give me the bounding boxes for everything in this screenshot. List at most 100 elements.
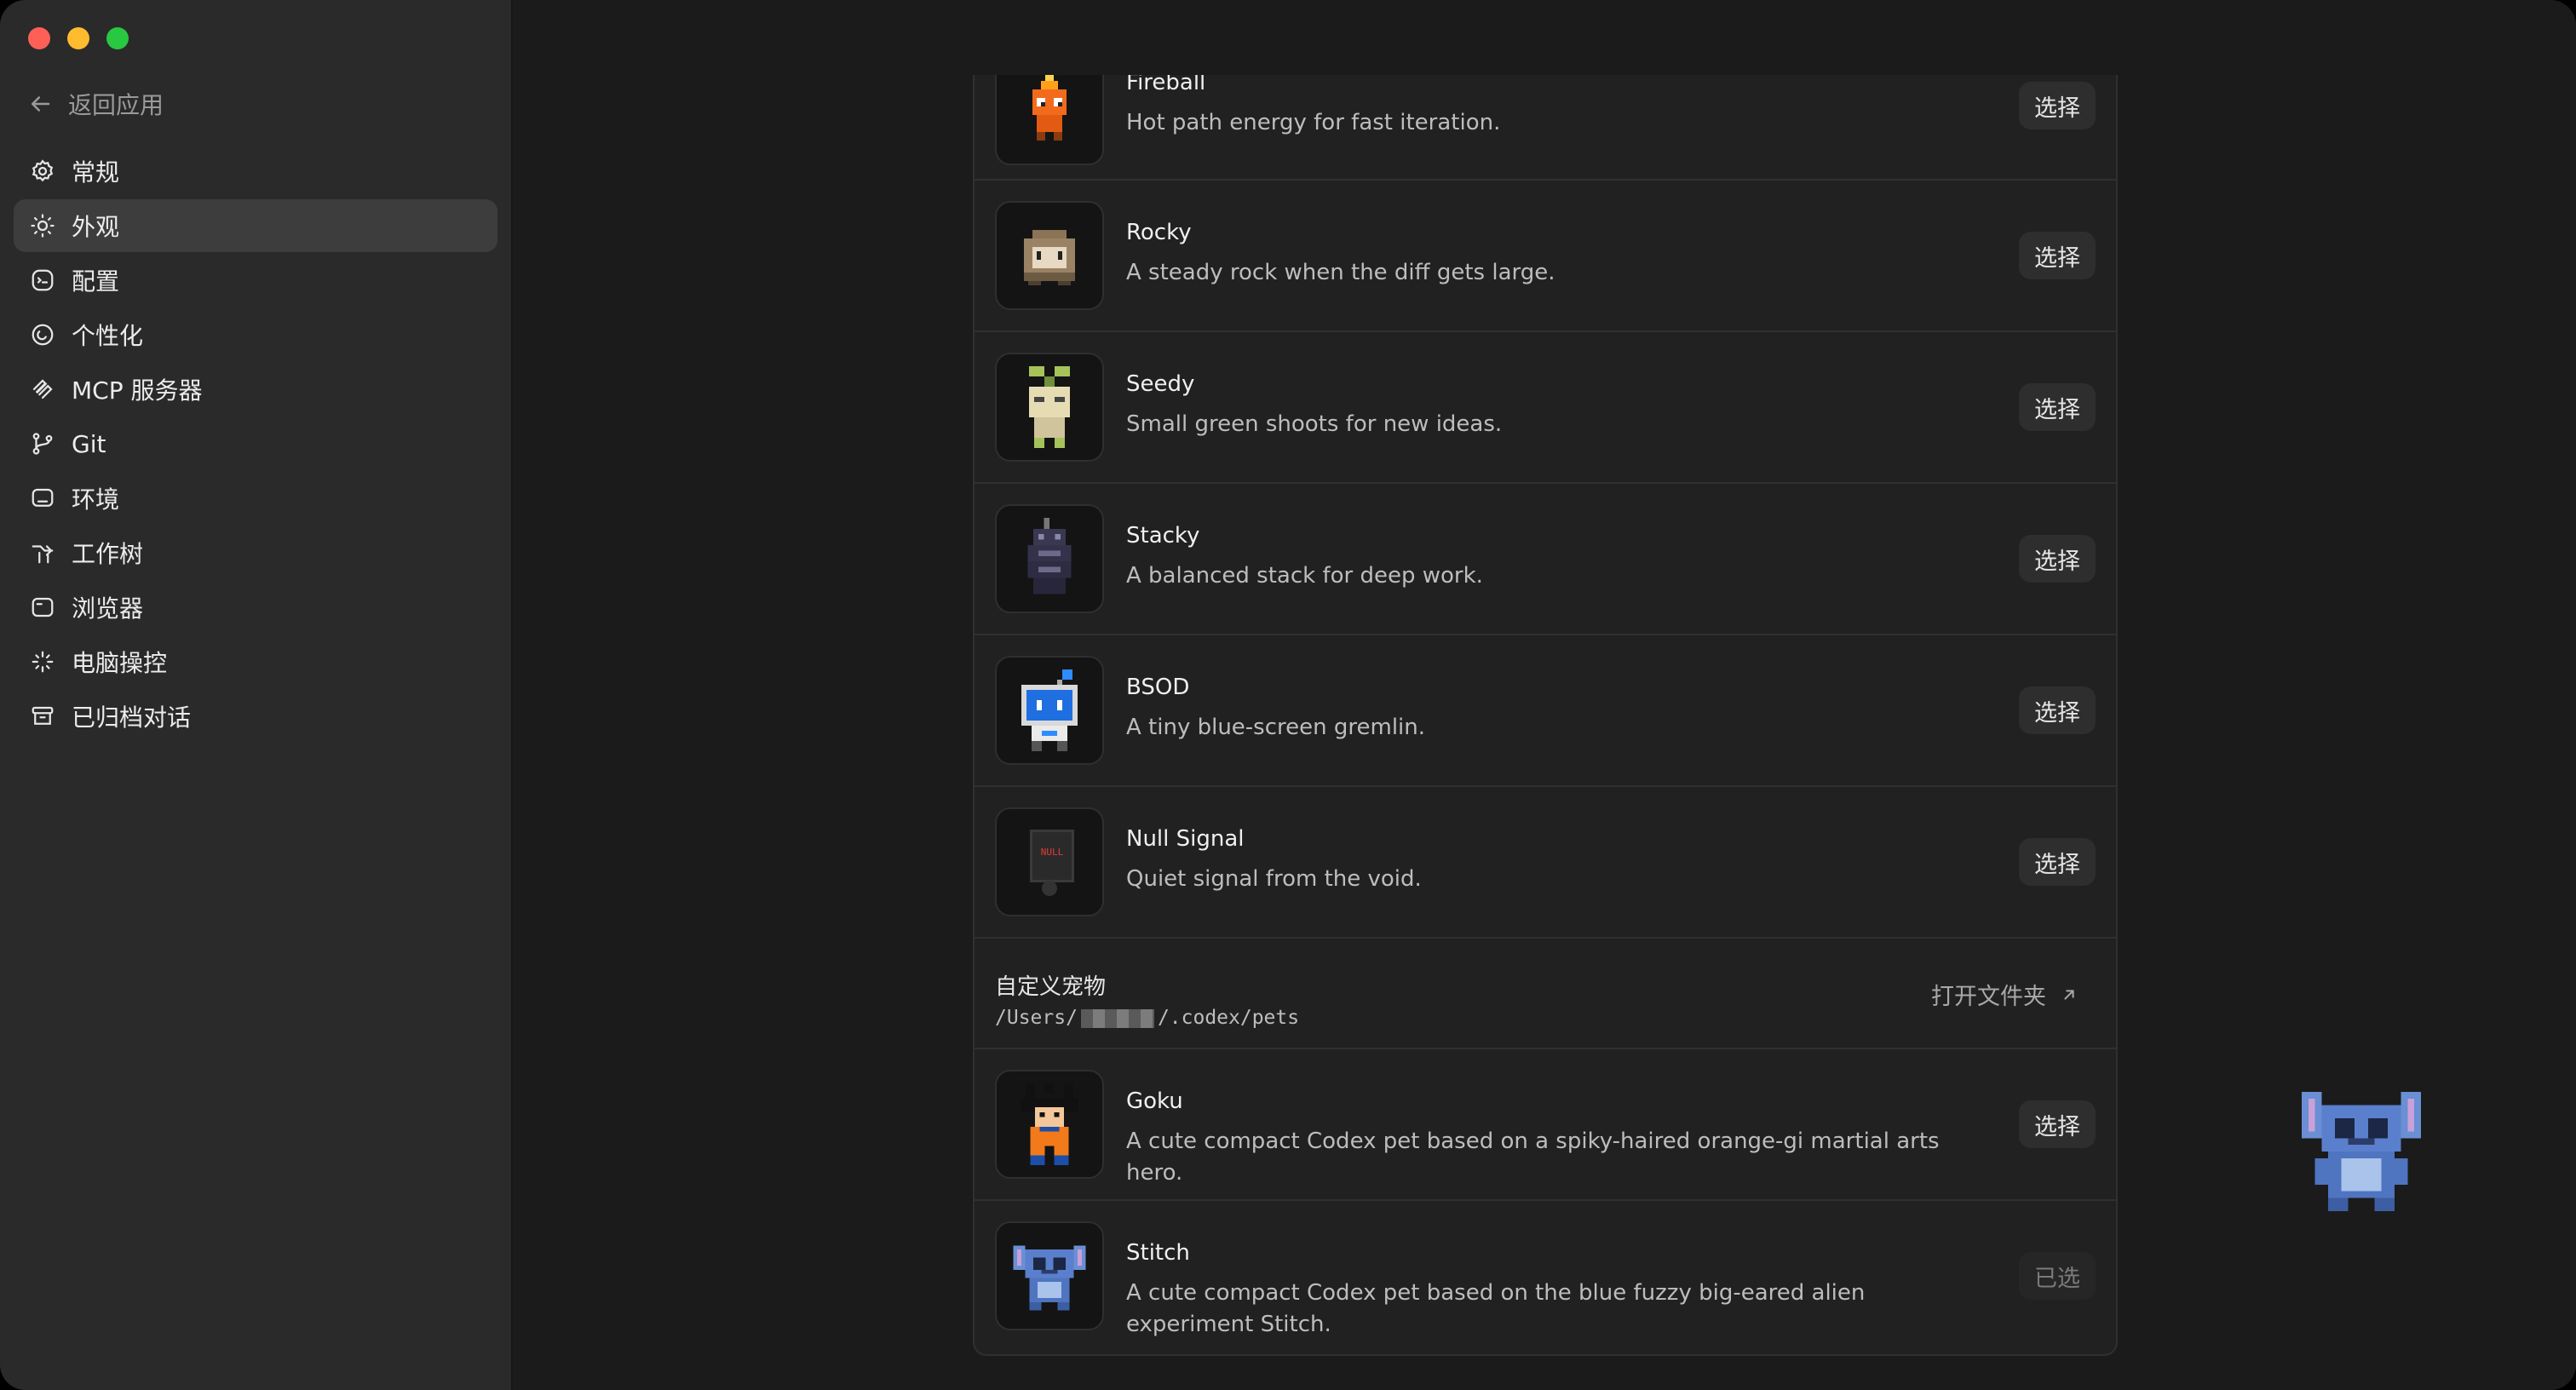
- sidebar-item-browser[interactable]: 浏览器: [14, 581, 497, 634]
- sun-icon: [29, 212, 56, 239]
- seedy-sprite-icon: [1029, 366, 1070, 448]
- pet-row-stitch: Stitch A cute compact Codex pet based on…: [975, 1201, 2116, 1353]
- rocky-sprite-icon: [1024, 230, 1075, 285]
- sidebar: 返回应用 常规 外观 配置 个性化 MCP 服务器 Git 环境 工作树 浏览器…: [0, 0, 513, 1390]
- sparkle-icon: [29, 648, 56, 675]
- sidebar-item-worktree[interactable]: 工作树: [14, 526, 497, 579]
- personalize-icon: [29, 321, 56, 348]
- sidebar-item-config[interactable]: 配置: [14, 254, 497, 307]
- pet-description: Small green shoots for new ideas.: [1126, 411, 1503, 437]
- sidebar-item-label: 电脑操控: [72, 649, 168, 677]
- pet-row-seedy: Seedy Small green shoots for new ideas. …: [975, 332, 2116, 484]
- sidebar-item-label: 外观: [72, 213, 120, 241]
- custom-pets-title: 自定义宠物: [995, 974, 1107, 1000]
- fireball-sprite-icon: [1032, 75, 1067, 141]
- stacky-sprite-icon: [1027, 518, 1072, 594]
- back-label: 返回应用: [68, 91, 164, 119]
- app-window: 返回应用 常规 外观 配置 个性化 MCP 服务器 Git 环境 工作树 浏览器…: [0, 0, 2576, 1390]
- pet-description: A balanced stack for deep work.: [1126, 563, 1483, 589]
- pet-description: A cute compact Codex pet based on the bl…: [1126, 1280, 1866, 1337]
- sidebar-item-label: 浏览器: [72, 594, 144, 623]
- pet-description: A steady rock when the diff gets large.: [1126, 260, 1555, 285]
- pet-name: Fireball: [1126, 75, 1206, 95]
- null-badge: NULL: [1040, 847, 1064, 858]
- sidebar-item-git[interactable]: Git: [14, 417, 497, 470]
- bsod-sprite-icon: [1021, 669, 1078, 751]
- custom-pets-header: 自定义宠物 /Users/ /.codex/pets 打开文件夹: [975, 939, 2116, 1049]
- pet-name: Rocky: [1126, 220, 1192, 245]
- pet-description: A tiny blue-screen gremlin.: [1126, 715, 1426, 740]
- pet-avatar-stacky: [995, 504, 1104, 613]
- pet-name: BSOD: [1126, 675, 1190, 700]
- pet-row-bsod: BSOD A tiny blue-screen gremlin. 选择: [975, 635, 2116, 787]
- settings-nav: 常规 外观 配置 个性化 MCP 服务器 Git 环境 工作树 浏览器 电脑操控…: [14, 145, 497, 744]
- redacted-username: [1080, 1008, 1154, 1028]
- sidebar-item-label: 个性化: [72, 322, 144, 350]
- sidebar-item-label: 配置: [72, 267, 120, 296]
- sidebar-item-label: 环境: [72, 485, 120, 514]
- path-prefix: /Users/: [995, 1007, 1078, 1029]
- select-bsod-button[interactable]: 选择: [2019, 686, 2096, 734]
- selected-stitch-button[interactable]: 已选: [2019, 1252, 2096, 1300]
- goku-sprite-icon: [1021, 1083, 1078, 1165]
- sidebar-item-label: 工作树: [72, 540, 144, 568]
- pet-name: Stacky: [1126, 523, 1200, 549]
- minimize-window-button[interactable]: [67, 27, 89, 49]
- sidebar-item-computer-use[interactable]: 电脑操控: [14, 635, 497, 688]
- sidebar-item-appearance[interactable]: 外观: [14, 199, 497, 252]
- pet-avatar-null-signal: NULL: [995, 807, 1104, 916]
- arrow-left-icon: [32, 96, 50, 112]
- null-signal-sprite-icon: NULL: [1026, 821, 1074, 903]
- pet-avatar-fireball: [995, 75, 1104, 165]
- monitor-icon: [29, 485, 56, 512]
- sidebar-item-label: Git: [72, 429, 106, 458]
- pet-name: Goku: [1126, 1088, 1183, 1114]
- external-link-icon: [2064, 989, 2074, 1000]
- pet-description: A cute compact Codex pet based on a spik…: [1126, 1129, 1940, 1186]
- pet-name: Stitch: [1126, 1240, 1190, 1266]
- config-icon: [29, 267, 56, 294]
- pet-avatar-rocky: [995, 201, 1104, 310]
- sidebar-item-general[interactable]: 常规: [14, 145, 497, 198]
- sidebar-item-label: 常规: [72, 158, 120, 187]
- sidebar-item-label: 已归档对话: [72, 704, 192, 732]
- select-stacky-button[interactable]: 选择: [2019, 535, 2096, 583]
- pet-avatar-bsod: [995, 656, 1104, 765]
- floating-stitch-pet-icon[interactable]: [2302, 1083, 2421, 1220]
- select-fireball-button[interactable]: 选择: [2019, 82, 2096, 129]
- select-null-signal-button[interactable]: 选择: [2019, 838, 2096, 886]
- select-seedy-button[interactable]: 选择: [2019, 383, 2096, 431]
- custom-pets-path: /Users/ /.codex/pets: [995, 1007, 1299, 1029]
- pet-row-rocky: Rocky A steady rock when the diff gets l…: [975, 181, 2116, 332]
- back-to-app-link[interactable]: 返回应用: [27, 87, 164, 121]
- pet-list: Fireball Hot path energy for fast iterat…: [973, 75, 2118, 1356]
- mcp-icon: [29, 376, 56, 403]
- close-window-button[interactable]: [28, 27, 50, 49]
- select-goku-button[interactable]: 选择: [2019, 1100, 2096, 1148]
- pet-description: Hot path energy for fast iteration.: [1126, 110, 1501, 135]
- pet-avatar-stitch: [995, 1221, 1104, 1330]
- pet-avatar-goku: [995, 1070, 1104, 1179]
- pet-row-null-signal: NULL Null Signal Quiet signal from the v…: [975, 787, 2116, 939]
- sidebar-item-label: MCP 服务器: [72, 376, 203, 405]
- browser-icon: [29, 594, 56, 621]
- pet-row-goku: Goku A cute compact Codex pet based on a…: [975, 1049, 2116, 1201]
- worktree-icon: [29, 539, 56, 566]
- main-content: Fireball Hot path energy for fast iterat…: [513, 0, 2576, 1390]
- pet-avatar-seedy: [995, 353, 1104, 462]
- open-folder-link[interactable]: 打开文件夹: [1931, 978, 2079, 1011]
- path-suffix: /.codex/pets: [1157, 1007, 1300, 1029]
- pet-row-fireball: Fireball Hot path energy for fast iterat…: [975, 75, 2116, 181]
- sidebar-item-mcp[interactable]: MCP 服务器: [14, 363, 497, 416]
- sidebar-item-archived[interactable]: 已归档对话: [14, 690, 497, 743]
- select-rocky-button[interactable]: 选择: [2019, 232, 2096, 279]
- zoom-window-button[interactable]: [106, 27, 129, 49]
- stitch-sprite-icon: [1013, 1245, 1086, 1311]
- archive-icon: [29, 703, 56, 730]
- gear-icon: [29, 158, 56, 185]
- pet-row-stacky: Stacky A balanced stack for deep work. 选…: [975, 484, 2116, 635]
- git-branch-icon: [29, 430, 56, 457]
- pet-description: Quiet signal from the void.: [1126, 866, 1422, 892]
- sidebar-item-personalize[interactable]: 个性化: [14, 308, 497, 361]
- sidebar-item-environment[interactable]: 环境: [14, 472, 497, 525]
